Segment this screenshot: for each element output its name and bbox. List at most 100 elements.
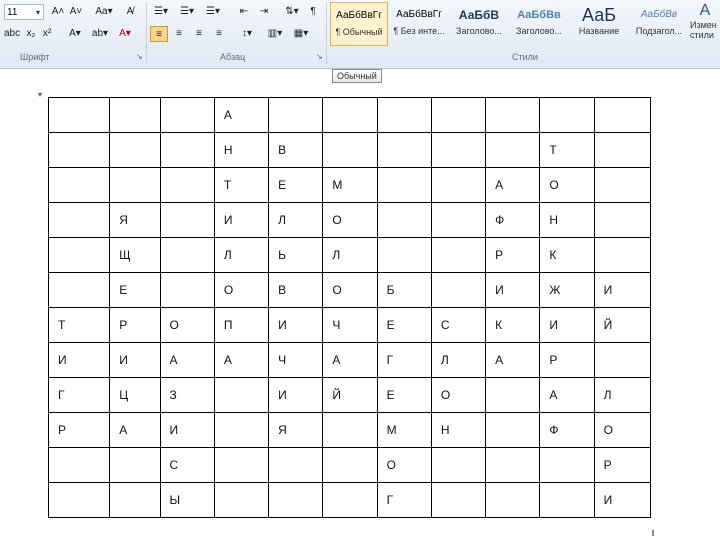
table-cell[interactable]: Л <box>268 202 324 238</box>
table-cell[interactable] <box>430 97 487 133</box>
shading-button[interactable]: ▥▾ <box>264 26 286 42</box>
borders-button[interactable]: ▦▾ <box>290 26 312 42</box>
table-cell[interactable]: Р <box>539 342 595 378</box>
table-cell[interactable]: В <box>268 272 324 308</box>
table-cell[interactable]: А <box>213 97 270 133</box>
table-cell[interactable]: Ы <box>159 482 215 518</box>
table-cell[interactable]: Ф <box>539 412 595 448</box>
table-cell[interactable]: Р <box>593 447 652 483</box>
style-title[interactable]: АаБ Название <box>570 2 628 46</box>
table-cell[interactable] <box>213 447 270 483</box>
table-cell[interactable]: Ч <box>322 307 378 343</box>
table-cell[interactable]: А <box>109 412 161 448</box>
table-cell[interactable]: Р <box>47 412 111 448</box>
table-cell[interactable]: И <box>593 482 652 518</box>
table-cell[interactable]: И <box>268 307 324 343</box>
table-cell[interactable] <box>430 447 487 483</box>
table-cell[interactable]: И <box>213 202 270 238</box>
shrink-font-button[interactable]: A˅ <box>68 4 84 20</box>
table-cell[interactable]: И <box>159 412 215 448</box>
font-size-box[interactable]: 11 ▾ <box>4 4 44 20</box>
table-cell[interactable] <box>593 342 652 378</box>
style-normal[interactable]: АаБбВвГг ¶ Обычный <box>330 2 388 46</box>
align-left-button[interactable]: ≡ <box>150 26 168 42</box>
align-right-button[interactable]: ≡ <box>190 26 208 42</box>
table-cell[interactable] <box>430 202 487 238</box>
table-cell[interactable] <box>485 132 541 168</box>
table-cell[interactable] <box>159 237 215 273</box>
superscript-button[interactable]: x² <box>40 26 54 42</box>
table-cell[interactable] <box>159 167 215 203</box>
table-cell[interactable] <box>430 237 487 273</box>
table-cell[interactable]: О <box>593 412 652 448</box>
table-move-handle-icon[interactable]: ▾ <box>38 90 42 99</box>
table-cell[interactable]: И <box>47 342 111 378</box>
table-cell[interactable] <box>47 447 111 483</box>
table-cell[interactable] <box>47 167 111 203</box>
dialog-launcher-icon[interactable]: ↘ <box>316 52 323 61</box>
table-cell[interactable]: Т <box>213 167 270 203</box>
font-color-button[interactable]: A▾ <box>116 26 134 42</box>
table-cell[interactable] <box>376 132 432 168</box>
pilcrow-button[interactable]: ¶ <box>306 4 320 20</box>
table-cell[interactable]: И <box>268 377 324 413</box>
table-cell[interactable] <box>539 482 595 518</box>
table-cell[interactable]: К <box>539 237 595 273</box>
table-cell[interactable] <box>109 167 161 203</box>
table-cell[interactable] <box>593 167 652 203</box>
table-cell[interactable] <box>430 132 487 168</box>
table-cell[interactable]: А <box>322 342 378 378</box>
table-cell[interactable]: Е <box>376 307 432 343</box>
table-cell[interactable] <box>322 132 378 168</box>
table-cell[interactable]: О <box>322 202 378 238</box>
grow-font-button[interactable]: A˄ <box>50 4 66 20</box>
table-cell[interactable] <box>47 272 111 308</box>
table-cell[interactable]: А <box>485 167 541 203</box>
table-cell[interactable]: М <box>322 167 378 203</box>
table-cell[interactable]: Я <box>109 202 161 238</box>
table-cell[interactable]: И <box>485 272 541 308</box>
table-cell[interactable]: Т <box>539 132 595 168</box>
table-cell[interactable]: О <box>159 307 215 343</box>
table-cell[interactable] <box>593 132 652 168</box>
table-cell[interactable] <box>268 97 324 133</box>
table-cell[interactable] <box>268 447 324 483</box>
line-spacing-button[interactable]: ↕▾ <box>236 26 258 42</box>
table-cell[interactable]: Л <box>593 377 652 413</box>
table-cell[interactable] <box>268 482 324 518</box>
table-cell[interactable]: С <box>430 307 487 343</box>
table-cell[interactable] <box>430 482 487 518</box>
table-cell[interactable]: К <box>485 307 541 343</box>
table-cell[interactable] <box>322 97 378 133</box>
table-cell[interactable] <box>430 272 487 308</box>
table-cell[interactable]: Р <box>109 307 161 343</box>
table-cell[interactable] <box>376 202 432 238</box>
bullets-button[interactable]: ☰▾ <box>150 4 172 20</box>
table-cell[interactable] <box>47 97 111 133</box>
table-cell[interactable]: Н <box>539 202 595 238</box>
table-cell[interactable]: Г <box>47 377 111 413</box>
table-cell[interactable]: Н <box>213 132 270 168</box>
table-cell[interactable]: В <box>268 132 324 168</box>
table-cell[interactable]: О <box>430 377 487 413</box>
table-cell[interactable]: И <box>109 342 161 378</box>
table-cell[interactable]: А <box>485 342 541 378</box>
dialog-launcher-icon[interactable]: ↘ <box>136 52 143 61</box>
table-cell[interactable]: С <box>159 447 215 483</box>
table-cell[interactable] <box>47 202 111 238</box>
table-cell[interactable]: О <box>539 167 595 203</box>
style-no-spacing[interactable]: АаБбВвГг ¶ Без инте... <box>390 2 448 46</box>
table-cell[interactable] <box>539 97 595 133</box>
table-cell[interactable] <box>593 237 652 273</box>
table-cell[interactable]: Ч <box>268 342 324 378</box>
table-cell[interactable] <box>322 447 378 483</box>
table-cell[interactable]: А <box>159 342 215 378</box>
table-cell[interactable] <box>322 482 378 518</box>
align-center-button[interactable]: ≡ <box>170 26 188 42</box>
table-cell[interactable] <box>485 412 541 448</box>
clear-format-button[interactable]: A̸ <box>122 4 138 20</box>
text-effects-button[interactable]: A▾ <box>66 26 84 42</box>
increase-indent-button[interactable]: ⇥ <box>256 4 272 20</box>
table-cell[interactable]: Н <box>430 412 487 448</box>
table-cell[interactable] <box>485 482 541 518</box>
